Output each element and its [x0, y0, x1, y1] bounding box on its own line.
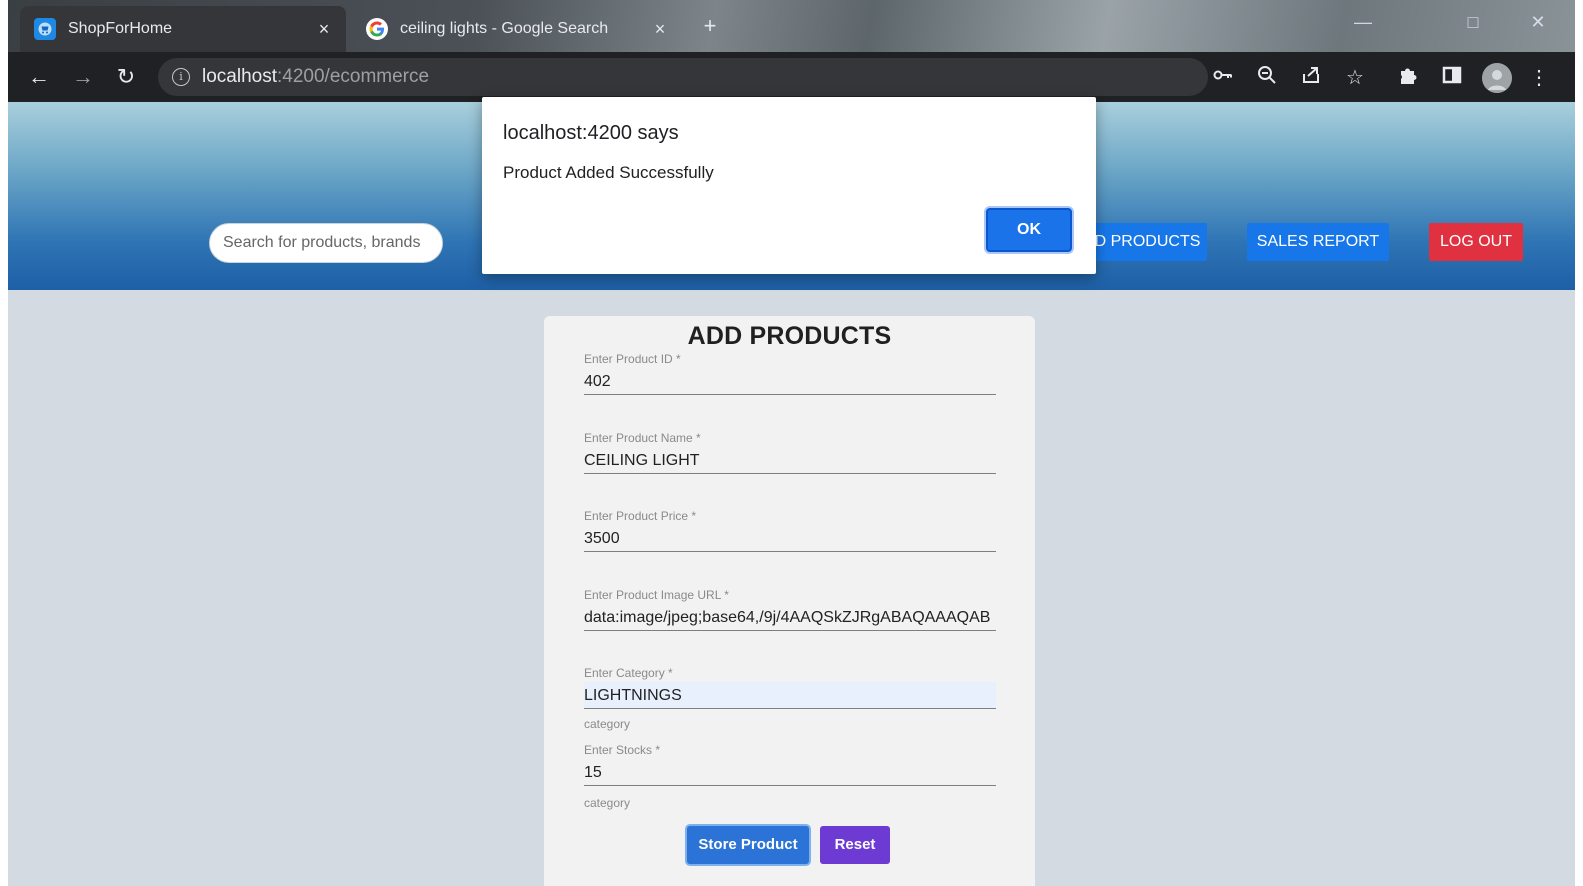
extensions-icon[interactable]	[1394, 64, 1422, 92]
category-field[interactable]: Enter Category * LIGHTNINGS	[584, 666, 996, 709]
side-panel-icon[interactable]	[1438, 64, 1466, 92]
google-favicon-icon	[366, 18, 388, 40]
reset-button[interactable]: Reset	[820, 826, 890, 864]
alert-dialog: localhost:4200 says Product Added Succes…	[482, 97, 1096, 274]
browser-window: ShopForHome × ceiling lights - Google Se…	[8, 0, 1575, 886]
address-url: localhost:4200/ecommerce	[202, 66, 429, 88]
star-icon[interactable]: ☆	[1341, 64, 1369, 92]
shopforhome-favicon-icon	[34, 18, 56, 40]
stocks-hint: category	[584, 796, 631, 810]
field-label: Enter Stocks *	[584, 743, 661, 757]
product-image-url-input[interactable]: data:image/jpeg;base64,/9j/4AAQSkZJRgABA…	[584, 604, 996, 631]
tab-title: ShopForHome	[68, 20, 173, 37]
product-image-url-field[interactable]: Enter Product Image URL * data:image/jpe…	[584, 588, 996, 631]
stocks-field[interactable]: Enter Stocks * 15	[584, 743, 996, 786]
form-title: ADD PRODUCTS	[687, 322, 892, 350]
forward-icon[interactable]: →	[68, 62, 98, 92]
field-label: Enter Category *	[584, 666, 673, 680]
sales-report-button[interactable]: SALES REPORT	[1247, 223, 1389, 261]
address-path: :4200/ecommerce	[277, 66, 430, 87]
browser-toolbar: ← → ↻ i localhost:4200/ecommerce ☆ ⋮	[8, 52, 1575, 102]
share-icon[interactable]	[1297, 64, 1325, 92]
dialog-title: localhost:4200 says	[503, 122, 679, 144]
dialog-message: Product Added Successfully	[503, 163, 714, 182]
menu-icon[interactable]: ⋮	[1525, 64, 1553, 92]
tab-shopforhome[interactable]: ShopForHome ×	[20, 6, 346, 52]
product-id-input[interactable]: 402	[584, 368, 996, 395]
new-tab-icon[interactable]: +	[696, 12, 724, 40]
close-window-icon[interactable]: ✕	[1518, 12, 1558, 33]
field-label: Enter Product Name *	[584, 431, 701, 445]
minimize-icon[interactable]: —	[1343, 12, 1383, 33]
field-label: Enter Product Price *	[584, 509, 697, 523]
tab-google-search[interactable]: ceiling lights - Google Search ×	[352, 6, 682, 52]
search-input[interactable]: Search for products, brands	[209, 223, 443, 263]
back-icon[interactable]: ←	[24, 62, 54, 92]
maximize-icon[interactable]: □	[1453, 12, 1493, 33]
tab-strip: ShopForHome × ceiling lights - Google Se…	[8, 0, 1575, 52]
stocks-input[interactable]: 15	[584, 759, 996, 786]
category-input[interactable]: LIGHTNINGS	[584, 682, 996, 709]
ok-button[interactable]: OK	[986, 208, 1072, 252]
view-products-button[interactable]: D PRODUCTS	[1088, 223, 1207, 261]
address-bar[interactable]: i localhost:4200/ecommerce	[158, 58, 1208, 96]
product-id-field[interactable]: Enter Product ID * 402	[584, 352, 996, 395]
product-price-field[interactable]: Enter Product Price * 3500	[584, 509, 996, 552]
info-icon[interactable]: i	[172, 68, 190, 86]
tab-close-icon[interactable]: ×	[310, 19, 338, 40]
address-host: localhost	[202, 66, 277, 87]
product-price-input[interactable]: 3500	[584, 525, 996, 552]
product-name-field[interactable]: Enter Product Name * CEILING LIGHT	[584, 431, 996, 474]
tab-close-icon[interactable]: ×	[646, 19, 674, 40]
logout-button[interactable]: LOG OUT	[1429, 223, 1523, 261]
reload-icon[interactable]: ↻	[111, 62, 141, 92]
tab-title: ceiling lights - Google Search	[400, 20, 609, 37]
field-label: Enter Product ID *	[584, 352, 681, 366]
store-product-button[interactable]: Store Product	[687, 826, 809, 864]
add-product-form: ADD PRODUCTS Enter Product ID * 402 Ente…	[544, 316, 1035, 886]
field-label: Enter Product Image URL *	[584, 588, 729, 602]
product-name-input[interactable]: CEILING LIGHT	[584, 447, 996, 474]
profile-avatar[interactable]	[1482, 63, 1512, 93]
zoom-icon[interactable]	[1253, 64, 1281, 92]
category-hint: category	[584, 717, 631, 731]
key-icon[interactable]	[1209, 64, 1237, 92]
